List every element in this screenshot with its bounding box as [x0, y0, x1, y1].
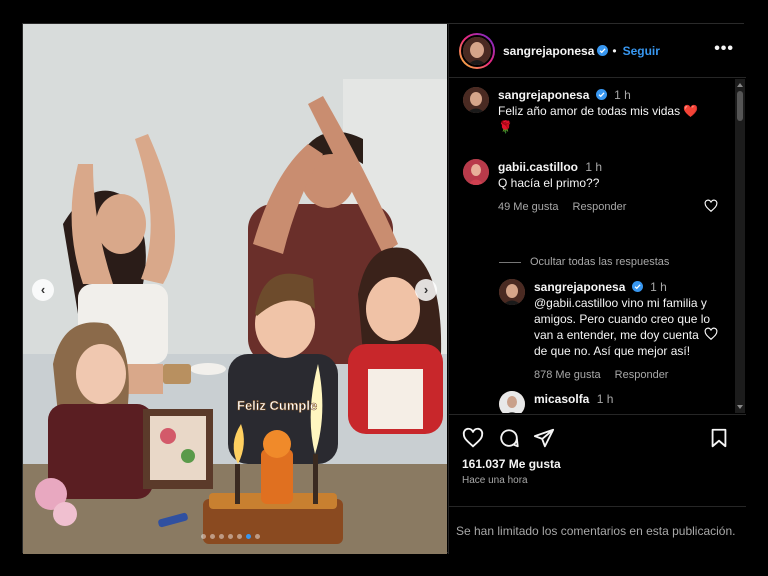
commenter-avatar-image	[463, 159, 489, 185]
divider-line	[499, 261, 521, 263]
reply-button[interactable]: Responder	[573, 199, 627, 215]
comment-username[interactable]: sangrejaponesa	[534, 280, 625, 294]
more-options-icon[interactable]: •••	[714, 40, 734, 58]
avatar[interactable]	[499, 279, 525, 305]
caption-comment: sangrejaponesa 1 h Feliz año amor de tod…	[463, 87, 703, 135]
comment-username[interactable]: gabii.castilloo	[498, 160, 578, 174]
comment-likes[interactable]: 878 Me gusta	[534, 367, 601, 383]
comment-likes[interactable]: 49 Me gusta	[498, 199, 559, 215]
comments-scrollbar[interactable]	[735, 79, 745, 413]
comment-username[interactable]: micasolfa	[534, 392, 589, 406]
reply-button[interactable]: Responder	[615, 367, 669, 383]
likes-count[interactable]: 161.037 Me gusta	[462, 457, 561, 471]
scroll-down-icon[interactable]	[737, 405, 743, 409]
comment-time: 1 h	[614, 88, 631, 102]
comment-item: gabii.castilloo 1 h Q hacía el primo?? 4…	[463, 159, 703, 215]
save-bookmark-icon[interactable]	[708, 427, 730, 449]
comment-time: 1 h	[650, 280, 667, 294]
hide-replies-button[interactable]: Ocultar todas las respuestas	[499, 256, 669, 268]
avatar[interactable]	[499, 391, 525, 413]
comment-text: Q hacía el primo??	[498, 176, 600, 190]
carousel-dot	[201, 534, 206, 539]
like-comment-heart-icon[interactable]	[704, 327, 718, 341]
like-comment-heart-icon[interactable]	[704, 199, 718, 213]
verified-badge-icon	[597, 45, 609, 56]
author-avatar-ring[interactable]	[459, 32, 495, 69]
reply-comment: sangrejaponesa 1 h @gabii.castilloo vino…	[499, 279, 714, 383]
comment-username[interactable]: sangrejaponesa	[498, 88, 589, 102]
commenter-avatar-image	[463, 87, 489, 113]
post-side-panel: sangrejaponesa • Seguir ••• sangrejapone…	[448, 24, 746, 554]
carousel-dot	[228, 534, 233, 539]
comment-text: @gabii.castilloo vino mi familia y amigo…	[534, 296, 711, 358]
next-photo-button[interactable]: ›	[415, 279, 437, 301]
previous-photo-button[interactable]: ‹	[32, 279, 54, 301]
hide-replies-label: Ocultar todas las respuestas	[530, 256, 670, 268]
follow-button[interactable]: Seguir	[623, 44, 660, 58]
comment-time: 1 h	[585, 160, 603, 174]
author-username[interactable]: sangrejaponesa	[503, 44, 594, 58]
carousel-dot	[237, 534, 242, 539]
scrollbar-thumb[interactable]	[737, 91, 743, 121]
comments-limited-notice: Se han limitado los comentarios en esta …	[449, 506, 746, 554]
avatar[interactable]	[463, 87, 489, 113]
post-modal: Feliz Cumple ‹ › sangrejaponesa • Seguir…	[22, 23, 746, 554]
comment-item: micasolfa 1 h	[499, 391, 714, 413]
cake-topper-text: Feliz Cumple	[237, 398, 317, 413]
share-send-icon[interactable]	[533, 427, 555, 449]
carousel-dot	[219, 534, 224, 539]
carousel-dot	[246, 534, 251, 539]
comment-text: Feliz año amor de todas mis vidas ❤️🌹	[498, 104, 699, 134]
scroll-up-icon[interactable]	[737, 83, 743, 87]
verified-badge-icon	[631, 281, 643, 292]
comments-list: sangrejaponesa 1 h Feliz año amor de tod…	[449, 79, 746, 413]
avatar	[461, 34, 493, 67]
verified-badge-icon	[595, 89, 607, 100]
like-heart-icon[interactable]	[462, 427, 484, 449]
post-photo[interactable]: Feliz Cumple ‹ ›	[23, 24, 447, 554]
carousel-dot	[255, 534, 260, 539]
photo-illustration: Feliz Cumple	[23, 24, 447, 554]
post-timestamp: Hace una hora	[462, 475, 528, 486]
avatar[interactable]	[463, 159, 489, 185]
author-avatar-image	[463, 36, 491, 65]
comment-bubble-icon[interactable]	[498, 427, 520, 449]
post-header: sangrejaponesa • Seguir •••	[449, 24, 746, 78]
commenter-avatar-image	[499, 279, 525, 305]
comment-time: 1 h	[596, 392, 614, 406]
post-actions: 161.037 Me gusta Hace una hora	[449, 414, 746, 504]
carousel-indicator	[201, 534, 260, 539]
carousel-dot	[210, 534, 215, 539]
separator-dot: •	[612, 43, 617, 58]
commenter-avatar-image	[499, 391, 525, 413]
